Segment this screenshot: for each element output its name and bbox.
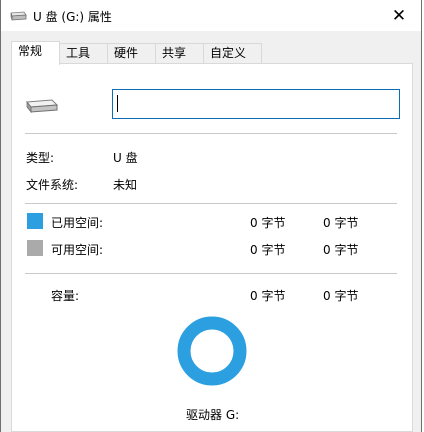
separator-2: [25, 203, 397, 204]
tab-tools[interactable]: 工具: [59, 43, 108, 63]
tab-sharing[interactable]: 共享: [155, 43, 204, 63]
filesystem-value: 未知: [113, 178, 138, 192]
drive-name-input[interactable]: [112, 89, 400, 119]
used-space-size: 0 字节: [323, 216, 359, 230]
usage-ring: [177, 316, 247, 386]
separator-3: [25, 273, 397, 274]
type-value: U 盘: [113, 151, 138, 165]
type-label: 类型:: [26, 151, 55, 165]
close-icon: ✕: [391, 5, 407, 26]
used-space-label: 已用空间:: [51, 216, 104, 230]
drive-letter-label: 驱动器 G:: [186, 408, 240, 422]
usage-ring-chart: [177, 316, 247, 386]
capacity-label: 容量:: [51, 289, 80, 303]
free-space-bytes: 0 字节: [250, 243, 286, 257]
filesystem-label: 文件系统:: [26, 178, 79, 192]
separator-1: [25, 133, 397, 134]
used-space-bytes: 0 字节: [250, 216, 286, 230]
used-space-swatch: [27, 213, 43, 229]
capacity-size: 0 字节: [323, 289, 359, 303]
title-bar: U 盘 (G:) 属性 ✕: [1, 0, 421, 31]
usb-drive-icon-large: [26, 99, 59, 114]
text-caret: [117, 95, 118, 112]
usb-drive-icon: [10, 11, 27, 21]
free-space-label: 可用空间:: [51, 243, 104, 257]
free-space-size: 0 字节: [323, 243, 359, 257]
properties-window: U 盘 (G:) 属性 ✕ 常规 工具 硬件 共享 自定义 类型: U 盘 文件…: [0, 0, 422, 432]
tab-general[interactable]: 常规: [11, 41, 60, 65]
free-space-swatch: [27, 240, 43, 256]
window-title: U 盘 (G:) 属性: [33, 10, 112, 24]
capacity-bytes: 0 字节: [250, 289, 286, 303]
close-button[interactable]: ✕: [377, 0, 421, 31]
tab-customize[interactable]: 自定义: [203, 43, 262, 63]
tab-hardware[interactable]: 硬件: [107, 43, 156, 63]
